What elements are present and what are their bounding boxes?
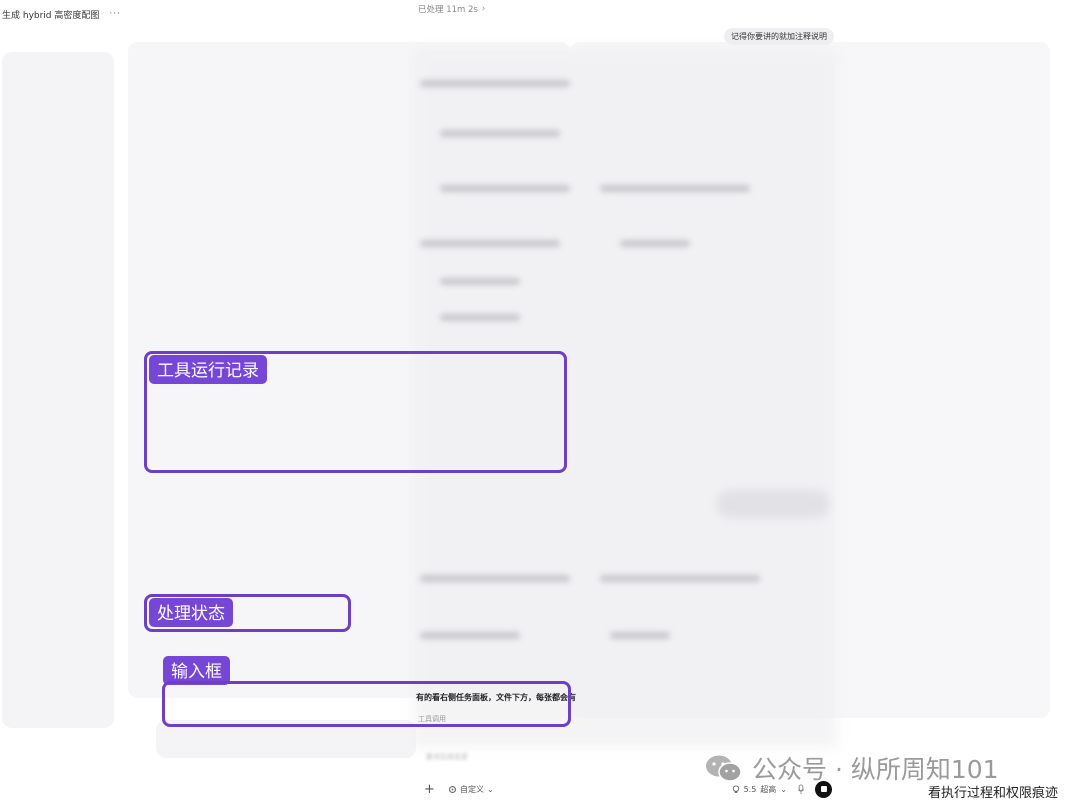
chevron-right-icon: ›: [481, 4, 486, 14]
blurred-line: [620, 240, 690, 247]
app-window: 生成 hybrid 高密度配图 ··· 已处理 11m 2s › 记得你要讲的就…: [0, 0, 1080, 810]
plus-icon[interactable]: +: [424, 782, 438, 797]
blurred-line: [440, 314, 520, 321]
more-options-icon[interactable]: ···: [109, 9, 121, 19]
composer-input[interactable]: 要求后续变更: [426, 752, 468, 762]
blurred-line: [420, 575, 570, 582]
wechat-icon: [706, 755, 742, 782]
caption: 看执行过程和权限痕迹: [922, 780, 1065, 803]
blurred-line: [600, 185, 750, 192]
blurred-action-button[interactable]: [716, 490, 830, 518]
annotation-input-box: [162, 681, 571, 727]
window-header: 生成 hybrid 高密度配图 ···: [0, 0, 420, 28]
sidebar-panel: [2, 52, 114, 728]
blurred-line: [440, 185, 570, 192]
blurred-line: [420, 80, 570, 87]
gear-icon: [448, 785, 457, 793]
processing-status-text: 已处理 11m 2s: [418, 5, 478, 15]
blurred-line: [440, 278, 520, 285]
chevron-down-icon: ⌄: [487, 784, 494, 794]
annotation-status-label: 处理状态: [149, 598, 233, 627]
conversation-title: 生成 hybrid 高密度配图: [2, 10, 100, 21]
user-message-bubble: 记得你要讲的就加注释说明: [724, 28, 834, 45]
custom-label: 自定义: [460, 784, 484, 794]
blurred-line: [610, 632, 670, 639]
annotation-tool-log-label: 工具运行记录: [149, 355, 267, 384]
blurred-line: [600, 575, 760, 582]
blurred-line: [420, 632, 520, 639]
blurred-line: [420, 240, 560, 247]
processing-status[interactable]: 已处理 11m 2s ›: [418, 3, 485, 15]
custom-permission-button[interactable]: 自定义 ⌄: [448, 784, 494, 795]
blurred-line: [440, 130, 560, 137]
